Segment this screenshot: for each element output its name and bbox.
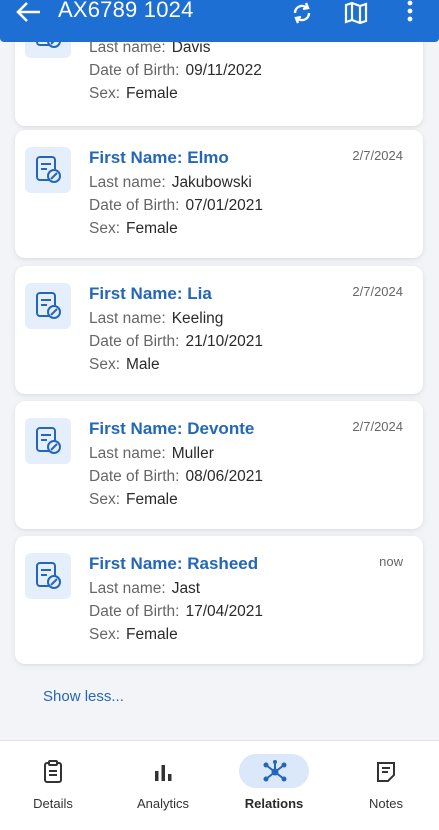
first-name: First Name: Lia (89, 284, 212, 303)
record-title: AX6789 1024 (58, 0, 194, 22)
dob-value: 17/04/2021 (185, 603, 264, 620)
last-name-label: Last name: (89, 174, 166, 191)
dob-label: Date of Birth: (89, 197, 180, 214)
sex-label: Sex: (89, 626, 121, 643)
timestamp: 2/7/2024 (352, 148, 403, 163)
last-name-value: Muller (171, 445, 214, 462)
last-name-value: Jast (171, 580, 201, 597)
first-name: First Name: Devonte (89, 419, 255, 438)
map-icon[interactable] (341, 0, 371, 26)
relation-record-icon (25, 553, 71, 599)
nav-analytics[interactable]: Analytics (108, 741, 218, 830)
sex-value: Female (126, 220, 178, 237)
first-name: First Name: Rasheed (89, 554, 259, 573)
sex-row: Sex: Female (89, 85, 178, 103)
app-bar: AX6789 1024 (0, 0, 439, 42)
more-vert-icon[interactable] (395, 0, 425, 26)
relation-record-icon (25, 418, 71, 464)
dob-row: Date of Birth: 17/04/2021 (89, 603, 263, 621)
sex-label: Sex: (89, 356, 121, 373)
clipboard-icon (44, 760, 62, 783)
sex-row: Sex: Male (89, 356, 160, 374)
dob-label: Date of Birth: (89, 603, 180, 620)
last-name-row: Last name: Keeling (89, 310, 223, 328)
back-arrow-icon[interactable] (12, 0, 46, 26)
last-name-value: Jakubowski (171, 174, 252, 191)
sex-value: Female (126, 626, 178, 643)
notes-icon (377, 762, 395, 782)
nav-label: Relations (244, 796, 304, 811)
bar-chart-icon (155, 765, 172, 781)
network-icon (263, 760, 287, 782)
nav-notes[interactable]: Notes (331, 741, 439, 830)
sex-value: Male (126, 356, 160, 373)
dob-row: Date of Birth: 09/11/2022 (89, 62, 262, 80)
dob-value: 21/10/2021 (185, 333, 264, 350)
relations-list[interactable]: Last name: Davis Date of Birth: 09/11/2022… (0, 0, 439, 740)
dob-label: Date of Birth: (89, 333, 180, 350)
timestamp: now (379, 554, 403, 569)
dob-row: Date of Birth: 08/06/2021 (89, 468, 263, 486)
relation-card[interactable]: First Name: Devonte 2/7/2024 Last name: M… (15, 401, 423, 529)
sex-value: Female (126, 85, 178, 102)
relation-card[interactable]: First Name: Rasheed now Last name: Jast D… (15, 536, 423, 664)
relation-card[interactable]: First Name: Lia 2/7/2024 Last name: Keeli… (15, 266, 423, 394)
dob-value: 09/11/2022 (185, 62, 262, 79)
sex-value: Female (126, 491, 178, 508)
dob-row: Date of Birth: 07/01/2021 (89, 197, 263, 215)
sync-icon[interactable] (287, 0, 317, 26)
sex-row: Sex: Female (89, 626, 178, 644)
nav-label: Analytics (136, 796, 190, 811)
timestamp: 2/7/2024 (352, 284, 403, 299)
last-name-row: Last name: Muller (89, 445, 214, 463)
last-name-label: Last name: (89, 445, 166, 462)
sex-label: Sex: (89, 491, 121, 508)
bottom-navigation: Details Analytics Relations Notes (0, 740, 439, 830)
last-name-row: Last name: Jast (89, 580, 200, 598)
relation-record-icon (25, 283, 71, 329)
last-name-row: Last name: Jakubowski (89, 174, 252, 192)
last-name-label: Last name: (89, 580, 166, 597)
sex-label: Sex: (89, 220, 121, 237)
dob-value: 08/06/2021 (185, 468, 264, 485)
timestamp: 2/7/2024 (352, 419, 403, 434)
sex-row: Sex: Female (89, 220, 178, 238)
dob-label: Date of Birth: (89, 468, 180, 485)
sex-row: Sex: Female (89, 491, 178, 509)
nav-details[interactable]: Details (0, 741, 108, 830)
sex-label: Sex: (89, 85, 121, 102)
dob-row: Date of Birth: 21/10/2021 (89, 333, 263, 351)
show-less-link[interactable]: Show less... (43, 688, 124, 705)
nav-relations[interactable]: Relations (219, 741, 329, 830)
last-name-value: Keeling (171, 310, 224, 327)
dob-value: 07/01/2021 (185, 197, 264, 214)
nav-label: Details (33, 796, 73, 811)
relation-record-icon (25, 147, 71, 193)
first-name: First Name: Elmo (89, 148, 229, 167)
relation-card[interactable]: First Name: Elmo 2/7/2024 Last name: Jaku… (15, 130, 423, 258)
nav-label: Notes (369, 796, 403, 811)
last-name-label: Last name: (89, 310, 166, 327)
dob-label: Date of Birth: (89, 62, 180, 79)
